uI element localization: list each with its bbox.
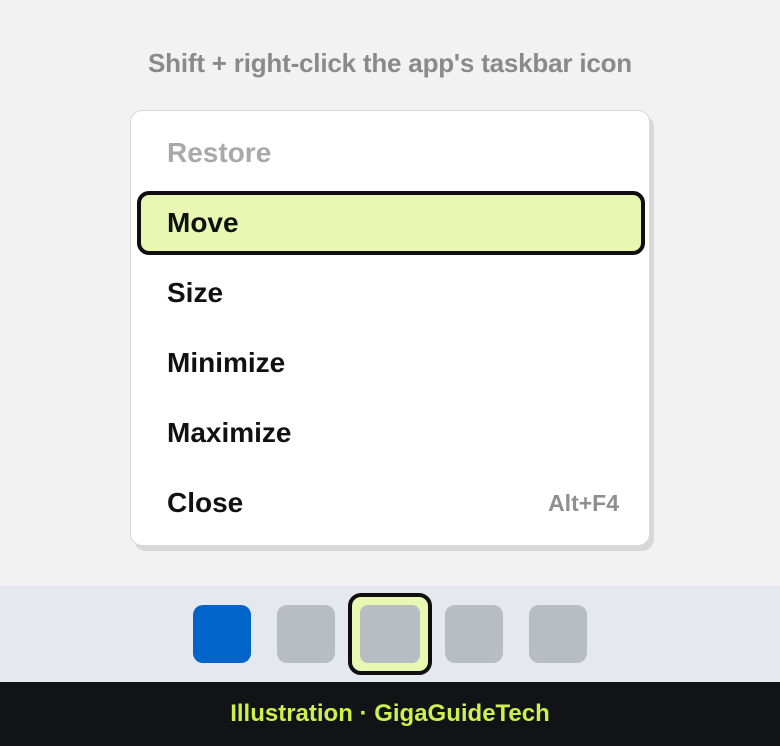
app-icon[interactable] bbox=[445, 605, 503, 663]
instruction-text: Shift + right-click the app's taskbar ic… bbox=[148, 48, 632, 78]
target-app-icon[interactable] bbox=[348, 593, 432, 675]
menu-item-maximize[interactable]: Maximize bbox=[137, 401, 645, 465]
menu-item-label: Move bbox=[167, 207, 239, 238]
menu-item-close[interactable]: Close Alt+F4 bbox=[137, 471, 645, 535]
menu-item-label: Minimize bbox=[167, 347, 286, 378]
app-icon[interactable] bbox=[277, 605, 335, 663]
taskbar bbox=[0, 586, 780, 682]
window-context-menu: Restore Move Size Minimize Maximize Clos… bbox=[130, 110, 650, 546]
start-icon[interactable] bbox=[193, 605, 251, 663]
menu-item-label: Size bbox=[167, 277, 224, 308]
menu-item-label: Maximize bbox=[167, 417, 292, 448]
app-icon-tile bbox=[360, 605, 420, 663]
menu-item-label: Restore bbox=[167, 137, 272, 168]
footer-credit: Illustration · GigaGuideTech bbox=[0, 682, 780, 746]
shortcut-hint: Alt+F4 bbox=[548, 489, 619, 516]
menu-item-move[interactable]: Move bbox=[137, 191, 645, 255]
menu-item-size[interactable]: Size bbox=[137, 261, 645, 325]
app-icon[interactable] bbox=[529, 605, 587, 663]
menu-item-restore: Restore bbox=[137, 121, 645, 185]
menu-item-label: Close bbox=[167, 487, 244, 518]
menu-item-minimize[interactable]: Minimize bbox=[137, 331, 645, 395]
